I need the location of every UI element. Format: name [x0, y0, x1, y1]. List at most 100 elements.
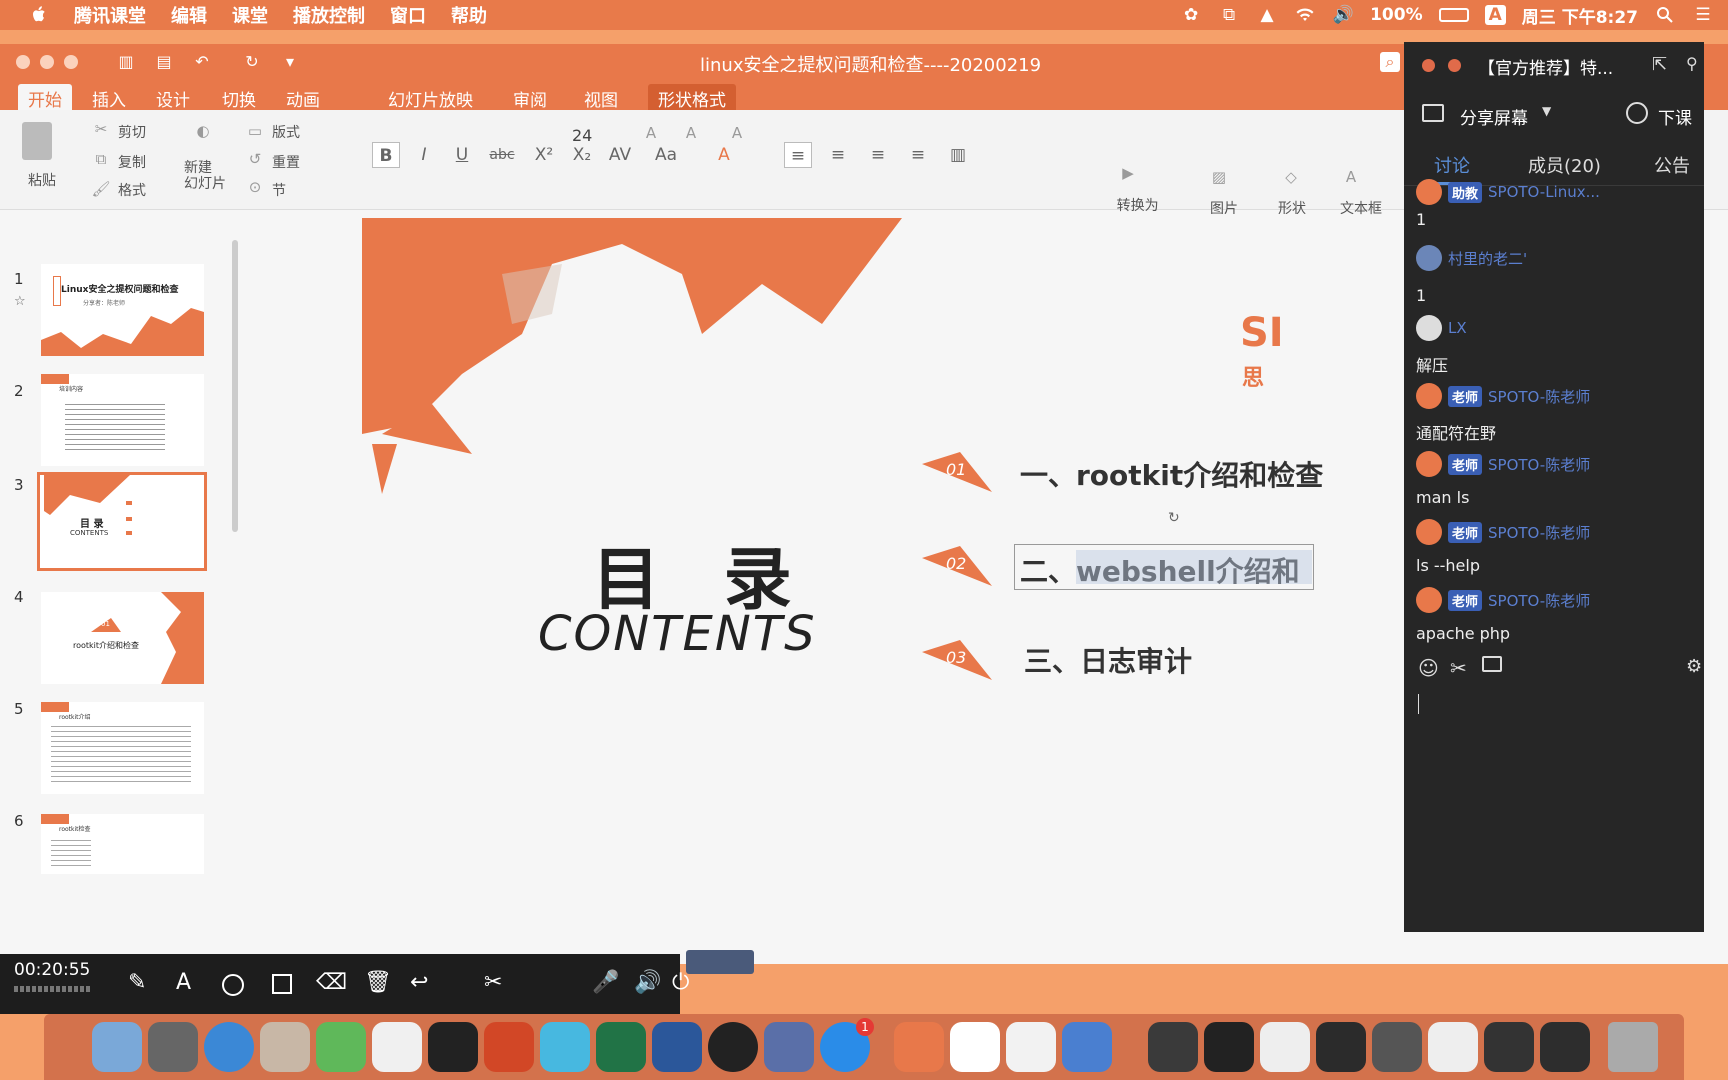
spotlight-search-icon[interactable]	[1654, 6, 1676, 24]
increase-font-icon[interactable]: A	[640, 124, 662, 142]
window-preview-2[interactable]	[1204, 1022, 1254, 1072]
slide-thumbnail-2[interactable]: 培训内容	[41, 374, 204, 466]
baidu-netdisk-icon[interactable]	[950, 1022, 1000, 1072]
slide-thumbnail-6[interactable]: rootkit检查	[41, 814, 204, 874]
media-player-icon[interactable]	[1062, 1022, 1112, 1072]
scissors-icon[interactable]: ✂	[484, 970, 502, 995]
sender-name[interactable]: SPOTO-陈老师	[1488, 522, 1590, 543]
layout-icon[interactable]: ▭	[244, 122, 266, 140]
align-center-icon[interactable]: ≡	[824, 142, 852, 168]
tencent-classroom-icon[interactable]	[894, 1022, 944, 1072]
rectangle-tool-icon[interactable]	[272, 974, 292, 994]
tab-members[interactable]: 成员(20)	[1528, 152, 1601, 178]
window-preview-7[interactable]	[1484, 1022, 1534, 1072]
paste-icon[interactable]	[22, 122, 52, 160]
slide-thumbnail-4[interactable]: 01 rootkit介绍和检查	[41, 592, 204, 684]
format-painter-icon[interactable]: 🖌	[90, 180, 112, 198]
text-tool-icon[interactable]: A	[176, 970, 191, 995]
paste-button[interactable]: 粘贴	[28, 170, 56, 190]
word-icon[interactable]	[652, 1022, 702, 1072]
image-icon[interactable]	[1482, 656, 1502, 672]
window-preview-8[interactable]	[1540, 1022, 1590, 1072]
screenshot-scissors-icon[interactable]: ✂	[1450, 656, 1467, 680]
share-screen-icon[interactable]	[1422, 104, 1444, 122]
close-panel-button[interactable]	[1422, 59, 1435, 72]
input-method-indicator[interactable]: A	[1484, 5, 1506, 25]
textbox-button[interactable]: 文本框	[1340, 198, 1382, 218]
justify-icon[interactable]: ≡	[904, 142, 932, 168]
slide-canvas[interactable]: 目 录 CONTENTS 01 一、rootkit介绍和检查 02 ↻ 二、we…	[262, 214, 1323, 904]
slide-thumbnail-3[interactable]: 目 录 CONTENTS	[37, 472, 207, 571]
zoom-window-button[interactable]	[64, 55, 78, 69]
tab-animations[interactable]: 动画	[276, 84, 330, 113]
sender-name[interactable]: SPOTO-陈老师	[1488, 386, 1590, 407]
close-window-button[interactable]	[16, 55, 30, 69]
char-spacing-button[interactable]: AV	[606, 142, 634, 168]
item-text-1[interactable]: 一、rootkit介绍和检查	[1020, 454, 1323, 494]
terminal-icon[interactable]	[428, 1022, 478, 1072]
clock[interactable]: 周三 下午8:27	[1522, 3, 1638, 28]
notes-icon[interactable]	[372, 1022, 422, 1072]
menu-playback[interactable]: 播放控制	[293, 2, 365, 28]
undo-annotation-icon[interactable]: ↩	[410, 970, 428, 995]
new-slide-icon[interactable]: ◐	[192, 122, 214, 140]
menu-window[interactable]: 窗口	[390, 2, 426, 28]
tab-review[interactable]: 审阅	[503, 84, 557, 113]
tab-insert[interactable]: 插入	[82, 84, 136, 113]
window-preview-5[interactable]	[1372, 1022, 1422, 1072]
slide-scroll-indicator[interactable]	[686, 950, 754, 974]
decrease-font-icon[interactable]: A	[680, 124, 702, 142]
menu-app-name[interactable]: 腾讯课堂	[74, 2, 146, 28]
clear-format-icon[interactable]: A	[726, 124, 748, 142]
bold-button[interactable]: B	[372, 142, 400, 168]
italic-button[interactable]: I	[410, 142, 438, 168]
section-button[interactable]: 节	[272, 180, 286, 200]
cut-button[interactable]: 剪切	[118, 122, 146, 142]
scissors-icon[interactable]: ✂	[90, 120, 112, 138]
sender-name[interactable]: SPOTO-Linux...	[1488, 183, 1600, 201]
textbox-icon[interactable]: A	[1340, 168, 1362, 186]
redo-icon[interactable]: ↻	[242, 52, 262, 72]
battery-icon[interactable]	[1438, 8, 1469, 22]
menu-help[interactable]: 帮助	[451, 2, 487, 28]
powerpoint-icon[interactable]	[484, 1022, 534, 1072]
tab-announcement[interactable]: 公告	[1654, 152, 1690, 178]
search-icon[interactable]: ⌕	[1380, 52, 1400, 72]
trash-bin-icon[interactable]	[1608, 1022, 1658, 1072]
window-preview-1[interactable]	[1148, 1022, 1198, 1072]
pin-icon[interactable]: ⚲	[1686, 54, 1698, 73]
wechat-tray-icon[interactable]: ✿	[1180, 5, 1202, 25]
customize-toolbar-icon[interactable]: ▾	[280, 52, 300, 72]
subscript-button[interactable]: X₂	[568, 142, 596, 168]
screen-tray-icon[interactable]: ⧉	[1218, 5, 1240, 25]
tab-shape-format[interactable]: 形状格式	[648, 84, 736, 111]
section-icon[interactable]: ⊙	[244, 178, 266, 196]
end-class-button[interactable]: 下课	[1658, 104, 1692, 129]
sender-name[interactable]: 村里的老二'	[1448, 248, 1527, 269]
change-case-button[interactable]: Aa	[652, 142, 680, 168]
qq-penguin-icon[interactable]	[708, 1022, 758, 1072]
slide-thumbnail-5[interactable]: rootkit介绍	[41, 702, 204, 794]
save-icon[interactable]: ▤	[154, 52, 174, 72]
apple-icon[interactable]	[26, 5, 52, 25]
notification-center-icon[interactable]: ☰	[1692, 5, 1714, 25]
wifi-icon[interactable]	[1294, 6, 1316, 24]
chat-app-icon[interactable]	[540, 1022, 590, 1072]
smartart-icon[interactable]: ▶	[1112, 164, 1144, 188]
layout-button[interactable]: 版式	[272, 122, 300, 142]
font-color-button[interactable]: A	[710, 142, 738, 168]
new-slide-button[interactable]: 新建 幻灯片	[184, 160, 226, 192]
undo-icon[interactable]: ↶	[192, 52, 212, 72]
superscript-button[interactable]: X²	[530, 142, 558, 168]
tab-home[interactable]: 开始	[18, 84, 72, 111]
shapes-icon[interactable]: ◇	[1280, 168, 1302, 186]
circle-tool-icon[interactable]	[222, 974, 244, 996]
tab-slideshow[interactable]: 幻灯片放映	[378, 84, 483, 113]
end-class-icon[interactable]	[1626, 102, 1648, 124]
window-preview-4[interactable]	[1316, 1022, 1366, 1072]
sidebar-toggle-icon[interactable]: ▥	[116, 52, 136, 72]
rotate-handle-icon[interactable]: ↻	[1168, 510, 1180, 526]
menu-classroom[interactable]: 课堂	[232, 2, 268, 28]
trash-icon[interactable]: 🗑	[364, 970, 392, 995]
emoji-icon[interactable]: ☺	[1418, 656, 1439, 680]
